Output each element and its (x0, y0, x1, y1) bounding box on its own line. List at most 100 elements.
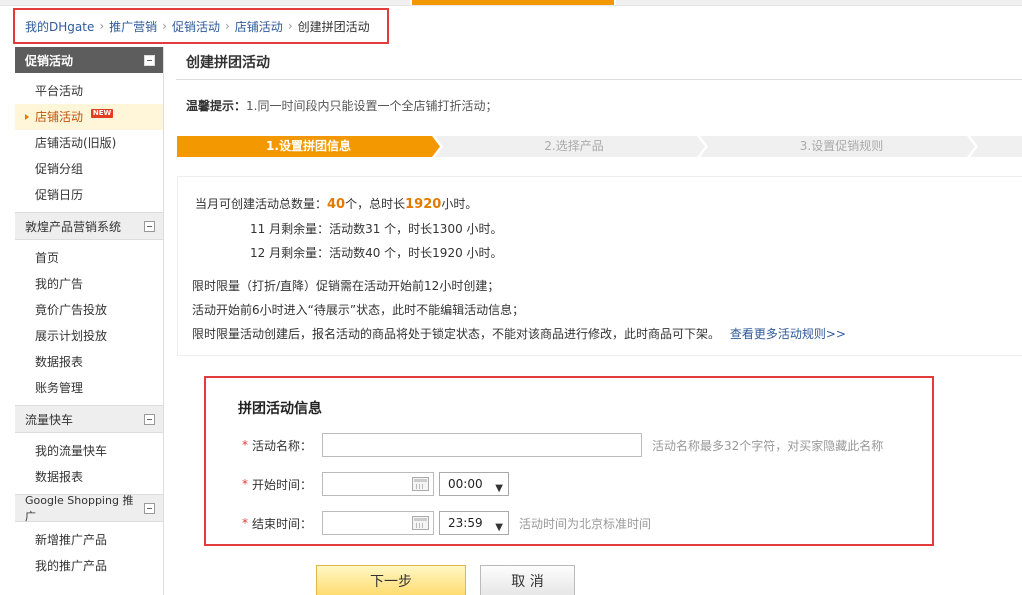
sidebar-group-traffic[interactable]: 流量快车 (15, 405, 163, 433)
breadcrumb-link-mydhgate[interactable]: 我的DHgate (25, 18, 94, 35)
required-mark: * (242, 516, 248, 530)
sidebar-group-label: 流量快车 (25, 412, 74, 427)
sidebar-group-label: 敦煌产品营销系统 (25, 219, 122, 234)
quota-total-count: 40 (327, 197, 346, 212)
quota-december: 12 月剩余量：活动数40 个，时长1920 小时。 (250, 246, 503, 260)
required-mark: * (242, 477, 248, 491)
breadcrumb-link-promotions[interactable]: 促销活动 (172, 18, 220, 35)
cancel-button[interactable]: 取 消 (480, 565, 575, 595)
next-step-button[interactable]: 下一步 (316, 565, 466, 595)
rule-line-3: 限时限量活动创建后，报名活动的商品将处于锁定状态，不能对该商品进行修改，此时商品… (192, 325, 846, 342)
step-bg (970, 136, 1022, 157)
breadcrumb-link-marketing[interactable]: 推广营销 (109, 18, 157, 35)
sidebar-item-label: 平台活动 (35, 84, 84, 98)
sidebar-item-bid-ads[interactable]: 竟价广告投放 (15, 297, 163, 323)
more-rules-link[interactable]: 查看更多活动规则>> (730, 327, 846, 341)
activity-name-row: * 活动名称： 活动名称最多32个字符，对买家隐藏此名称 (242, 433, 883, 457)
new-badge: NEW (90, 109, 114, 118)
start-time-select[interactable]: 00:00 ▼ (439, 472, 509, 496)
sidebar-item-accounts[interactable]: 账务管理 (15, 375, 163, 401)
top-tab-inactive[interactable] (616, 0, 1022, 5)
sidebar-promo-list: 平台活动 店铺活动 NEW 店铺活动(旧版) 促销分组 促销日历 (15, 73, 163, 212)
top-tab-active[interactable] (412, 0, 614, 5)
sidebar-item-platform-activities[interactable]: 平台活动 (15, 78, 163, 104)
start-time-row: * 开始时间： 00:00 ▼ (242, 472, 509, 496)
sidebar-item-home[interactable]: 首页 (15, 245, 163, 271)
sidebar-item-reports[interactable]: 数据报表 (15, 349, 163, 375)
sidebar-traffic-list: 我的流量快车 数据报表 (15, 433, 163, 494)
collapse-icon[interactable] (144, 502, 155, 514)
quota-total-prefix: 当月可创建活动总数量： (195, 197, 328, 211)
page-root: 我的DHgate › 推广营销 › 促销活动 › 店铺活动 › 创建拼团活动 促… (0, 0, 1022, 595)
sidebar: 促销活动 平台活动 店铺活动 NEW 店铺活动(旧版) 促销分组 促销日历 敦煌… (15, 47, 164, 595)
sidebar-item-add-product[interactable]: 新增推广产品 (15, 527, 163, 553)
sidebar-group-marketing-system[interactable]: 敦煌产品营销系统 (15, 212, 163, 240)
tip-notice: 温馨提示：1.同一时间段内只能设置一个全店铺打折活动； (186, 97, 497, 114)
sidebar-item-promo-groups[interactable]: 促销分组 (15, 156, 163, 182)
calendar-icon[interactable] (412, 477, 429, 491)
rule-line-2: 活动开始前6小时进入“待展示”状态，此时不能编辑活动信息； (192, 303, 525, 317)
chevron-down-icon: ▼ (495, 483, 503, 494)
sidebar-item-my-ads[interactable]: 我的广告 (15, 271, 163, 297)
sidebar-group-label: Google Shopping 推广 (25, 494, 134, 523)
top-tab-strip (0, 0, 1022, 6)
step-1-label: 1.设置拼团信息 (266, 139, 351, 153)
end-time-select[interactable]: 23:59 ▼ (439, 511, 509, 535)
quota-total-hours: 1920 (405, 197, 442, 212)
required-mark: * (242, 438, 248, 452)
step-3-label: 3.设置促销规则 (799, 139, 884, 153)
sidebar-item-store-activities-old[interactable]: 店铺活动(旧版) (15, 130, 163, 156)
sidebar-item-label: 促销日历 (35, 188, 84, 202)
sidebar-item-my-traffic[interactable]: 我的流量快车 (15, 438, 163, 464)
breadcrumb-link-store-activities[interactable]: 店铺活动 (235, 18, 283, 35)
sidebar-item-my-products[interactable]: 我的推广产品 (15, 553, 163, 579)
activity-name-label: 活动名称： (252, 438, 313, 453)
quota-total-suffix: 小时。 (441, 197, 478, 211)
form-title: 拼团活动信息 (238, 401, 322, 417)
breadcrumb-current: 创建拼团活动 (297, 19, 370, 34)
tip-label: 温馨提示： (186, 99, 247, 113)
collapse-icon[interactable] (144, 220, 155, 232)
sidebar-item-store-activities[interactable]: 店铺活动 NEW (15, 104, 163, 130)
rule-line-1: 限时限量（打折/直降）促销需在活动开始前12小时创建； (192, 279, 500, 293)
end-time-row: * 结束时间： 23:59 ▼ 活动时间为北京标准时间 (242, 511, 651, 535)
activity-name-hint: 活动名称最多32个字符，对买家隐藏此名称 (652, 438, 884, 453)
sidebar-item-traffic-reports[interactable]: 数据报表 (15, 464, 163, 490)
time-zone-hint: 活动时间为北京标准时间 (519, 516, 652, 531)
sidebar-group-google-shopping[interactable]: Google Shopping 推广 (15, 494, 163, 523)
activity-name-input[interactable] (322, 433, 642, 457)
sidebar-header-promotions[interactable]: 促销活动 (15, 47, 163, 73)
quota-total-line: 当月可创建活动总数量：40个，总时长1920小时。 (195, 195, 477, 212)
end-time-label: 结束时间： (252, 516, 313, 531)
sidebar-item-label: 促销分组 (35, 162, 84, 176)
breadcrumb-separator: › (162, 19, 167, 33)
sidebar-item-label: 店铺活动(旧版) (35, 136, 117, 150)
sidebar-item-promo-calendar[interactable]: 促销日历 (15, 182, 163, 208)
step-progress: 1.设置拼团信息 2.选择产品 3.设置促销规则 (177, 136, 1022, 157)
quota-total-mid: 个，总时长 (345, 197, 406, 211)
rule-line-3-text: 限时限量活动创建后，报名活动的商品将处于锁定状态，不能对该商品进行修改，此时商品… (192, 327, 721, 341)
sidebar-marketing-list: 首页 我的广告 竟价广告投放 展示计划投放 数据报表 账务管理 (15, 240, 163, 405)
page-title: 创建拼团活动 (176, 46, 1022, 80)
breadcrumb-separator: › (287, 19, 293, 33)
start-time-value: 00:00 (448, 477, 483, 491)
top-tab-inactive[interactable] (0, 0, 410, 5)
sidebar-item-label: 店铺活动 (35, 110, 84, 124)
step-2-label: 2.选择产品 (544, 139, 604, 153)
calendar-icon[interactable] (412, 516, 429, 530)
collapse-icon[interactable] (144, 413, 155, 425)
breadcrumb-separator: › (99, 19, 105, 33)
breadcrumb: 我的DHgate › 推广营销 › 促销活动 › 店铺活动 › 创建拼团活动 (13, 8, 389, 44)
group-buy-info-form: 拼团活动信息 * 活动名称： 活动名称最多32个字符，对买家隐藏此名称 * 开始… (204, 376, 934, 546)
quota-november: 11 月剩余量：活动数31 个，时长1300 小时。 (250, 222, 503, 236)
end-time-value: 23:59 (448, 516, 483, 530)
chevron-down-icon: ▼ (495, 522, 503, 533)
breadcrumb-separator: › (224, 19, 230, 33)
sidebar-google-list: 新增推广产品 我的推广产品 (15, 522, 163, 583)
tip-text: 1.同一时间段内只能设置一个全店铺打折活动； (246, 99, 498, 113)
start-time-label: 开始时间： (252, 477, 313, 492)
sidebar-item-display-plan[interactable]: 展示计划投放 (15, 323, 163, 349)
collapse-icon[interactable] (144, 54, 155, 66)
start-date-input[interactable] (322, 472, 434, 496)
end-date-input[interactable] (322, 511, 434, 535)
